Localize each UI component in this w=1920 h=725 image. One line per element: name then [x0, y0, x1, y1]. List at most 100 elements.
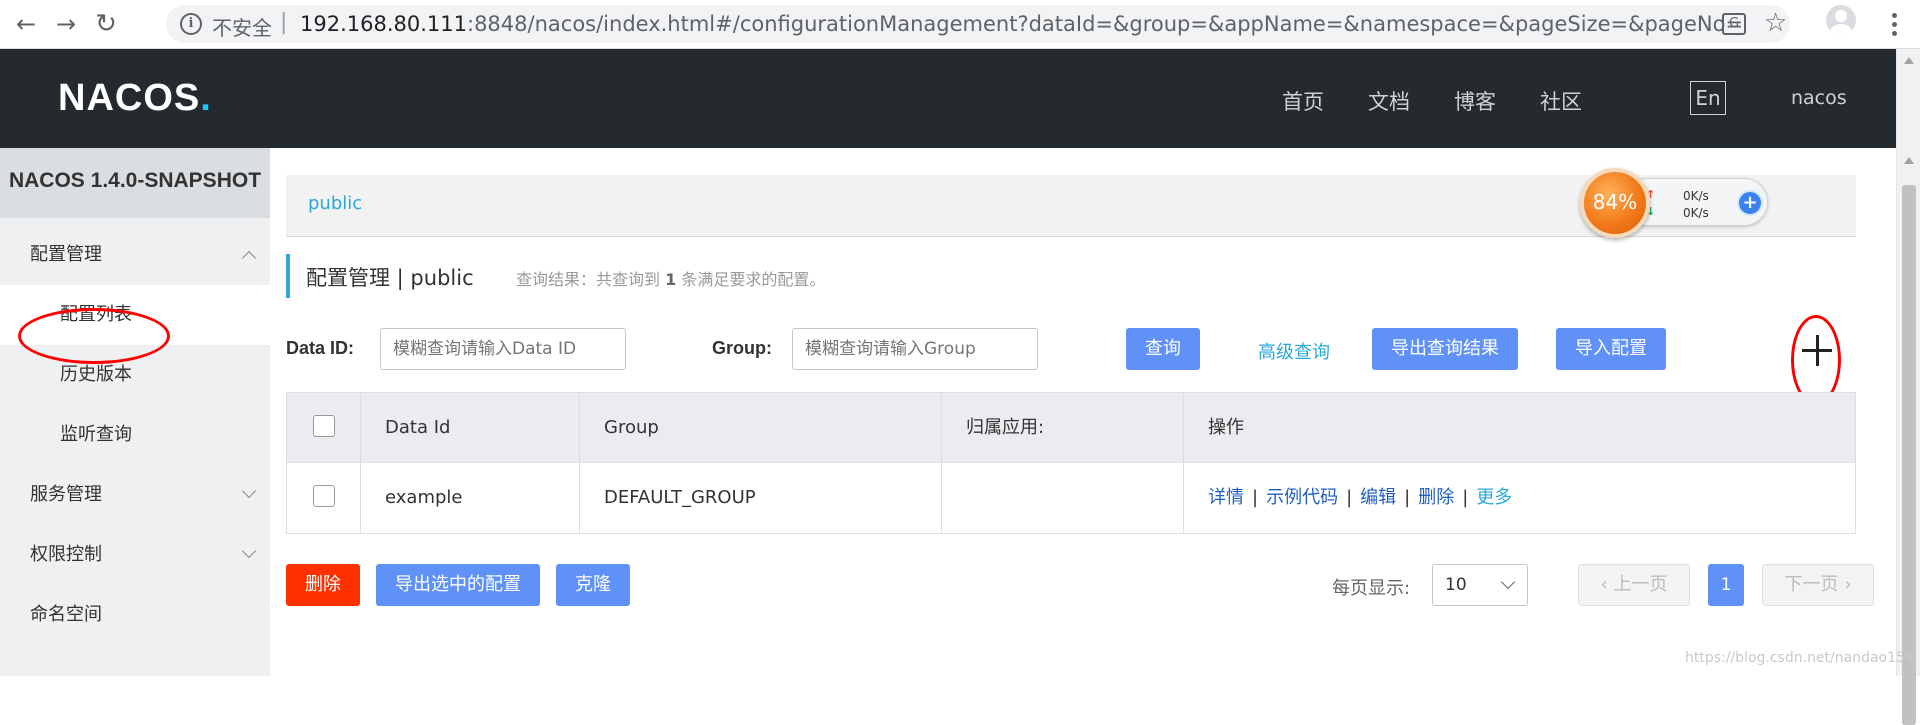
chevron-down-icon: [241, 543, 257, 559]
address-bar[interactable]: i 不安全 | 192.168.80.111:8848/nacos/index.…: [166, 5, 1790, 43]
sidebar-item-access-control[interactable]: 权限控制: [0, 525, 270, 585]
nav-community[interactable]: 社区: [1540, 86, 1582, 116]
security-separator: |: [280, 10, 288, 35]
profile-avatar-icon[interactable]: [1826, 5, 1856, 35]
speed-plus-icon[interactable]: +: [1737, 190, 1763, 216]
page-size-select[interactable]: 10: [1432, 564, 1528, 606]
sidebar: NACOS 1.4.0-SNAPSHOT 配置管理 配置列表 历史版本 监听查询…: [0, 148, 270, 676]
nav-blog[interactable]: 博客: [1454, 86, 1496, 116]
sidebar-item-label: 服务管理: [30, 484, 102, 505]
watermark-text: https://blog.csdn.net/nandao158: [1685, 650, 1914, 666]
separator: |: [1404, 487, 1411, 508]
url-path: :8848/nacos/index.html#/configurationMan…: [467, 12, 1744, 36]
download-speed: 0K/s: [1683, 206, 1709, 220]
sidebar-item-label: 命名空间: [30, 604, 102, 625]
bookmark-star-icon[interactable]: ☆: [1764, 8, 1787, 38]
delete-selected-button[interactable]: 删除: [286, 564, 360, 606]
sample-code-link[interactable]: 示例代码: [1266, 487, 1338, 508]
info-icon[interactable]: i: [180, 13, 202, 35]
column-header-operations: 操作: [1208, 417, 1244, 438]
delete-link[interactable]: 删除: [1418, 487, 1454, 508]
chevron-down-icon: [1500, 574, 1516, 590]
nav-docs[interactable]: 文档: [1368, 86, 1410, 116]
main-content: public ↑ 0K/s ↓ 0K/s + 84% 配置管理 | public…: [270, 148, 1896, 676]
search-bar: Data ID: Group: 查询 高级查询 导出查询结果 导入配置: [286, 328, 1786, 372]
clone-button[interactable]: 克隆: [556, 564, 630, 606]
separator: |: [1462, 487, 1469, 508]
query-result-summary: 查询结果：共查询到 1 条满足要求的配置。: [516, 266, 825, 290]
sidebar-item-config-management[interactable]: 配置管理: [0, 225, 270, 285]
page-size-value: 10: [1445, 575, 1467, 595]
nav-home[interactable]: 首页: [1282, 86, 1324, 116]
dataid-search-input[interactable]: [380, 328, 626, 370]
back-arrow-icon[interactable]: ←: [10, 8, 42, 40]
page-title: 配置管理 | public: [306, 266, 474, 290]
url-host: 192.168.80.111: [300, 12, 467, 36]
export-results-button[interactable]: 导出查询结果: [1372, 328, 1518, 370]
memory-percent-ball[interactable]: 84%: [1580, 168, 1650, 238]
export-selected-button[interactable]: 导出选中的配置: [376, 564, 540, 606]
config-table: Data Id Group 归属应用: 操作 example DEFAULT_G…: [286, 392, 1856, 534]
user-menu[interactable]: nacos: [1791, 87, 1847, 109]
column-header-group: Group: [580, 393, 942, 463]
app-header: NACOS. 首页 文档 博客 社区 En nacos: [0, 49, 1896, 148]
url-text[interactable]: 192.168.80.111:8848/nacos/index.html#/co…: [300, 12, 1743, 36]
prev-page-button[interactable]: ‹ 上一页: [1578, 564, 1690, 606]
scroll-up-arrow-icon[interactable]: [1904, 157, 1914, 164]
sidebar-item-label: 配置管理: [30, 244, 102, 265]
chevron-down-icon: [241, 483, 257, 499]
select-all-cell: [287, 393, 361, 463]
scrollbar-thumb[interactable]: [1902, 185, 1916, 725]
sidebar-item-label: 权限控制: [30, 544, 102, 565]
result-suffix: 条满足要求的配置。: [681, 270, 826, 289]
language-switch-button[interactable]: En: [1690, 81, 1726, 115]
import-config-button[interactable]: 导入配置: [1556, 328, 1666, 370]
column-header-dataid: Data Id: [361, 393, 580, 463]
result-prefix: 查询结果：共查询到: [516, 270, 661, 289]
page-scrollbar[interactable]: [1896, 49, 1920, 725]
browser-toolbar: ← → ↻ i 不安全 | 192.168.80.111:8848/nacos/…: [0, 0, 1920, 49]
browser-menu-icon[interactable]: [1884, 7, 1904, 41]
cell-operations: 详情 | 示例代码 | 编辑 | 删除 | 更多: [1184, 463, 1855, 533]
detail-link[interactable]: 详情: [1208, 487, 1244, 508]
cell-group: DEFAULT_GROUP: [580, 463, 942, 533]
current-page-button[interactable]: 1: [1708, 564, 1744, 606]
result-count: 1: [665, 270, 677, 289]
forward-arrow-icon[interactable]: →: [50, 8, 82, 40]
product-version-title: NACOS 1.4.0-SNAPSHOT: [0, 148, 270, 218]
nacos-logo[interactable]: NACOS.: [58, 77, 212, 120]
network-speed-widget[interactable]: ↑ 0K/s ↓ 0K/s + 84%: [1580, 168, 1770, 238]
scroll-up-arrow-icon[interactable]: [1904, 57, 1914, 64]
next-page-button[interactable]: 下一页 ›: [1762, 564, 1874, 606]
namespace-tab-public[interactable]: public: [308, 193, 362, 214]
sidebar-item-namespace[interactable]: 命名空间: [0, 585, 270, 645]
page-size-label: 每页显示:: [1332, 578, 1411, 599]
separator: |: [1346, 487, 1353, 508]
more-link[interactable]: 更多: [1476, 487, 1512, 508]
separator: |: [1252, 487, 1259, 508]
upload-speed: 0K/s: [1683, 189, 1709, 203]
prev-page-label: 上一页: [1613, 574, 1668, 595]
annotation-circle: [18, 308, 170, 364]
sidebar-item-listener-query[interactable]: 监听查询: [0, 405, 270, 465]
chevron-up-icon: [241, 250, 257, 266]
query-button[interactable]: 查询: [1126, 328, 1200, 370]
dataid-label: Data ID:: [286, 338, 355, 358]
page-heading: 配置管理 | public 查询结果：共查询到 1 条满足要求的配置。: [286, 254, 986, 298]
sidebar-item-label: 监听查询: [60, 424, 132, 445]
row-select-cell: [287, 463, 361, 533]
select-all-checkbox[interactable]: [313, 415, 335, 437]
translate-icon[interactable]: G: [1722, 13, 1746, 35]
edit-link[interactable]: 编辑: [1360, 487, 1396, 508]
group-search-input[interactable]: [792, 328, 1038, 370]
table-header-row: Data Id Group 归属应用: 操作: [287, 393, 1855, 463]
row-checkbox[interactable]: [313, 485, 335, 507]
security-label: 不安全: [212, 16, 272, 40]
reload-icon[interactable]: ↻: [90, 8, 122, 40]
sidebar-item-label: 历史版本: [60, 364, 132, 385]
table-footer: 删除 导出选中的配置 克隆 每页显示: 10 ‹ 上一页 1 下一页 ›: [286, 564, 1874, 606]
cell-app: [942, 463, 1184, 533]
next-page-label: 下一页: [1784, 574, 1839, 595]
sidebar-item-service-management[interactable]: 服务管理: [0, 465, 270, 525]
advanced-query-link[interactable]: 高级查询: [1258, 338, 1330, 364]
